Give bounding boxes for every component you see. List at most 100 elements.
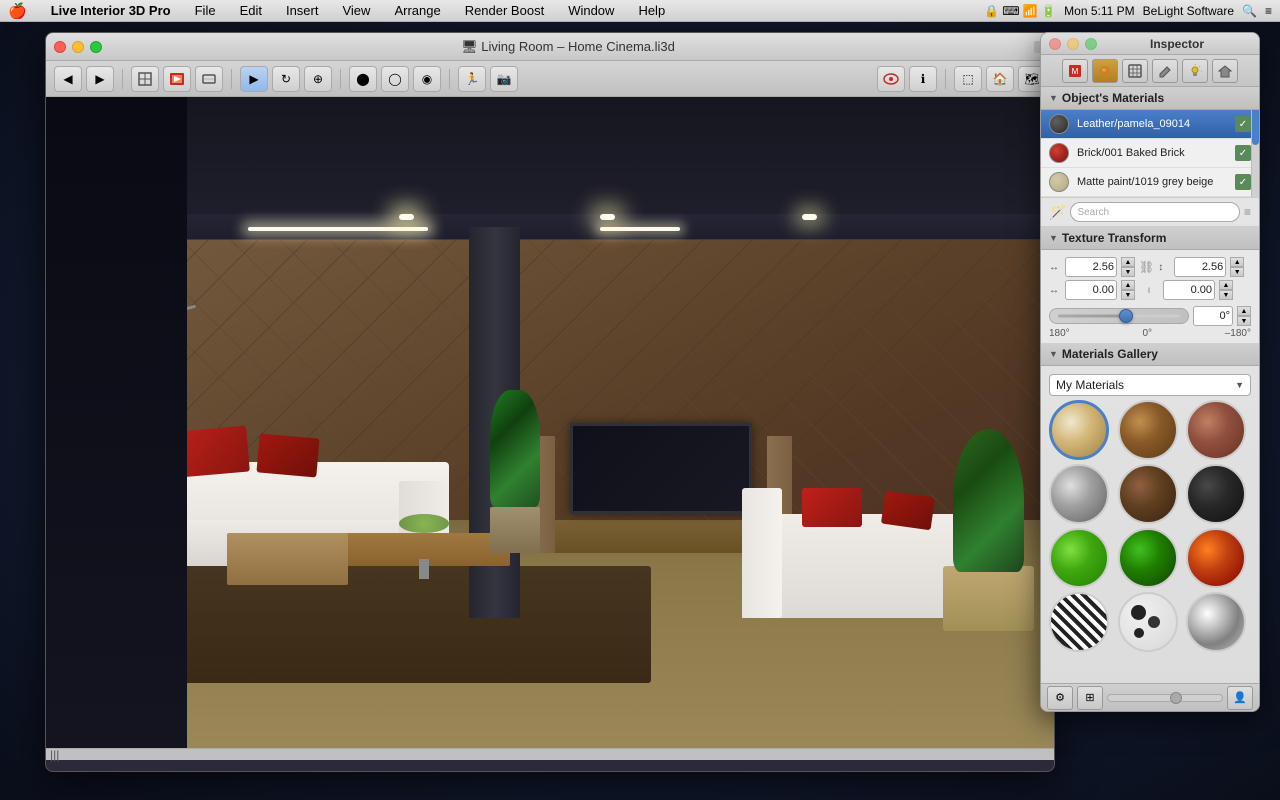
rotation-up[interactable]: ▲ xyxy=(1237,306,1251,316)
material-apply-3[interactable]: ✓ xyxy=(1235,174,1251,190)
render-button[interactable] xyxy=(163,66,191,92)
offset-x-input[interactable]: 0.00 xyxy=(1065,280,1117,300)
offset-y-up[interactable]: ▲ xyxy=(1219,280,1233,290)
minimize-button[interactable] xyxy=(72,41,84,53)
gallery-item-2[interactable] xyxy=(1118,400,1178,460)
gallery-item-10[interactable] xyxy=(1049,592,1109,652)
wireframe-mode[interactable]: ◯ xyxy=(381,66,409,92)
gallery-item-3[interactable] xyxy=(1186,400,1246,460)
gallery-item-12[interactable] xyxy=(1186,592,1246,652)
apple-menu[interactable]: 🍎 xyxy=(8,2,27,20)
menubar-view[interactable]: View xyxy=(338,3,374,18)
offset-y-down[interactable]: ▼ xyxy=(1219,290,1233,300)
gallery-item-6[interactable] xyxy=(1186,464,1246,524)
height-input[interactable]: 2.56 xyxy=(1174,257,1226,277)
walk-mode[interactable]: 🏃 xyxy=(458,66,486,92)
fly-mode[interactable] xyxy=(877,66,905,92)
materials-gallery-header[interactable]: ▼ Materials Gallery xyxy=(1041,343,1259,366)
select-tool[interactable]: ▶ xyxy=(240,66,268,92)
footer-view-btn[interactable]: 👤 xyxy=(1227,686,1253,710)
rotate-tool[interactable]: ↻ xyxy=(272,66,300,92)
offset-x-stepper[interactable]: ▲ ▼ xyxy=(1121,280,1135,300)
gallery-item-8[interactable] xyxy=(1118,528,1178,588)
menubar-edit[interactable]: Edit xyxy=(236,3,266,18)
offset-x-down[interactable]: ▼ xyxy=(1121,290,1135,300)
material-item-2[interactable]: Brick/001 Baked Brick ✓ xyxy=(1041,139,1259,168)
inspector-minimize[interactable] xyxy=(1067,38,1079,50)
maximize-button[interactable] xyxy=(90,41,102,53)
material-item-1[interactable]: Leather/pamela_09014 ✓ xyxy=(1041,110,1259,139)
height-down[interactable]: ▼ xyxy=(1230,267,1244,277)
menu-search-icon[interactable]: 🔍 xyxy=(1242,4,1257,18)
menubar-insert[interactable]: Insert xyxy=(282,3,323,18)
insp-home-tab[interactable] xyxy=(1212,59,1238,83)
rotation-slider[interactable] xyxy=(1049,308,1189,324)
chain-icon[interactable]: ⛓ xyxy=(1139,260,1154,274)
object-mode[interactable]: ⬤ xyxy=(349,66,377,92)
width-up[interactable]: ▲ xyxy=(1121,257,1135,267)
inspector-expand[interactable] xyxy=(1085,38,1097,50)
scrollbar-bottom[interactable]: ||| xyxy=(46,748,1054,760)
view3d-button[interactable] xyxy=(195,66,223,92)
footer-settings-btn[interactable]: ⚙ xyxy=(1047,686,1073,710)
width-down[interactable]: ▼ xyxy=(1121,267,1135,277)
plant-leaves-center xyxy=(490,390,540,507)
menubar-render-boost[interactable]: Render Boost xyxy=(461,3,549,18)
house-button[interactable]: 🏠 xyxy=(986,66,1014,92)
gallery-item-5[interactable] xyxy=(1118,464,1178,524)
insp-material-tab[interactable]: M xyxy=(1062,59,1088,83)
material-item-3[interactable]: Matte paint/1019 grey beige ✓ xyxy=(1041,168,1259,197)
menubar-window[interactable]: Window xyxy=(564,3,618,18)
floorplan-button[interactable] xyxy=(131,66,159,92)
offset-y-input[interactable]: 0.00 xyxy=(1163,280,1215,300)
rotation-down[interactable]: ▼ xyxy=(1237,316,1251,326)
rotation-stepper[interactable]: ▲ ▼ xyxy=(1237,306,1251,326)
width-input[interactable]: 2.56 xyxy=(1065,257,1117,277)
info-button[interactable]: ℹ xyxy=(909,66,937,92)
materials-scrollbar[interactable] xyxy=(1251,110,1259,197)
height-up[interactable]: ▲ xyxy=(1230,257,1244,267)
menubar-file[interactable]: File xyxy=(191,3,220,18)
offset-y-stepper[interactable]: ▲ ▼ xyxy=(1219,280,1233,300)
menu-dots[interactable]: ≡ xyxy=(1244,205,1251,219)
close-button[interactable] xyxy=(54,41,66,53)
footer-slider-thumb[interactable] xyxy=(1170,692,1182,704)
gallery-dropdown[interactable]: My Materials ▼ xyxy=(1049,374,1251,396)
gallery-item-4[interactable] xyxy=(1049,464,1109,524)
gallery-item-7[interactable] xyxy=(1049,528,1109,588)
materials-search[interactable]: Search xyxy=(1070,202,1240,222)
insp-light-tab[interactable] xyxy=(1182,59,1208,83)
insp-edit-tab[interactable] xyxy=(1152,59,1178,83)
slider-thumb[interactable] xyxy=(1119,309,1133,323)
gallery-item-1[interactable] xyxy=(1049,400,1109,460)
material-apply-1[interactable]: ✓ xyxy=(1235,116,1251,132)
insp-texture-tab[interactable] xyxy=(1122,59,1148,83)
menubar-app-name[interactable]: Live Interior 3D Pro xyxy=(47,3,175,18)
texture-transform-header[interactable]: ▼ Texture Transform xyxy=(1041,227,1259,250)
back-button[interactable]: ◀ xyxy=(54,66,82,92)
footer-slider[interactable] xyxy=(1107,694,1223,702)
viewport-window: 🖥 Living Room – Home Cinema.li3d ◀ ▶ xyxy=(45,32,1055,772)
offset-x-up[interactable]: ▲ xyxy=(1121,280,1135,290)
gallery-item-11[interactable] xyxy=(1118,592,1178,652)
footer-grid-btn[interactable]: ⊞ xyxy=(1077,686,1103,710)
rotation-input[interactable]: 0° xyxy=(1193,306,1233,326)
frame-button[interactable]: ⬚ xyxy=(954,66,982,92)
objects-materials-header[interactable]: ▼ Object's Materials xyxy=(1041,87,1259,110)
ceiling-light-1 xyxy=(248,227,428,231)
forward-button[interactable]: ▶ xyxy=(86,66,114,92)
menu-list-icon[interactable]: ≡ xyxy=(1265,4,1272,18)
scene-area[interactable] xyxy=(46,97,1054,748)
wand-icon[interactable]: 🪄 xyxy=(1049,204,1066,221)
camera-snapshot[interactable]: 📷 xyxy=(490,66,518,92)
inspector-close[interactable] xyxy=(1049,38,1061,50)
material-apply-2[interactable]: ✓ xyxy=(1235,145,1251,161)
height-stepper[interactable]: ▲ ▼ xyxy=(1230,257,1244,277)
menubar-help[interactable]: Help xyxy=(634,3,669,18)
width-stepper[interactable]: ▲ ▼ xyxy=(1121,257,1135,277)
insp-sphere-tab[interactable] xyxy=(1092,59,1118,83)
render-mode[interactable]: ◉ xyxy=(413,66,441,92)
menubar-arrange[interactable]: Arrange xyxy=(390,3,444,18)
move-tool[interactable]: ⊕ xyxy=(304,66,332,92)
gallery-item-9[interactable] xyxy=(1186,528,1246,588)
